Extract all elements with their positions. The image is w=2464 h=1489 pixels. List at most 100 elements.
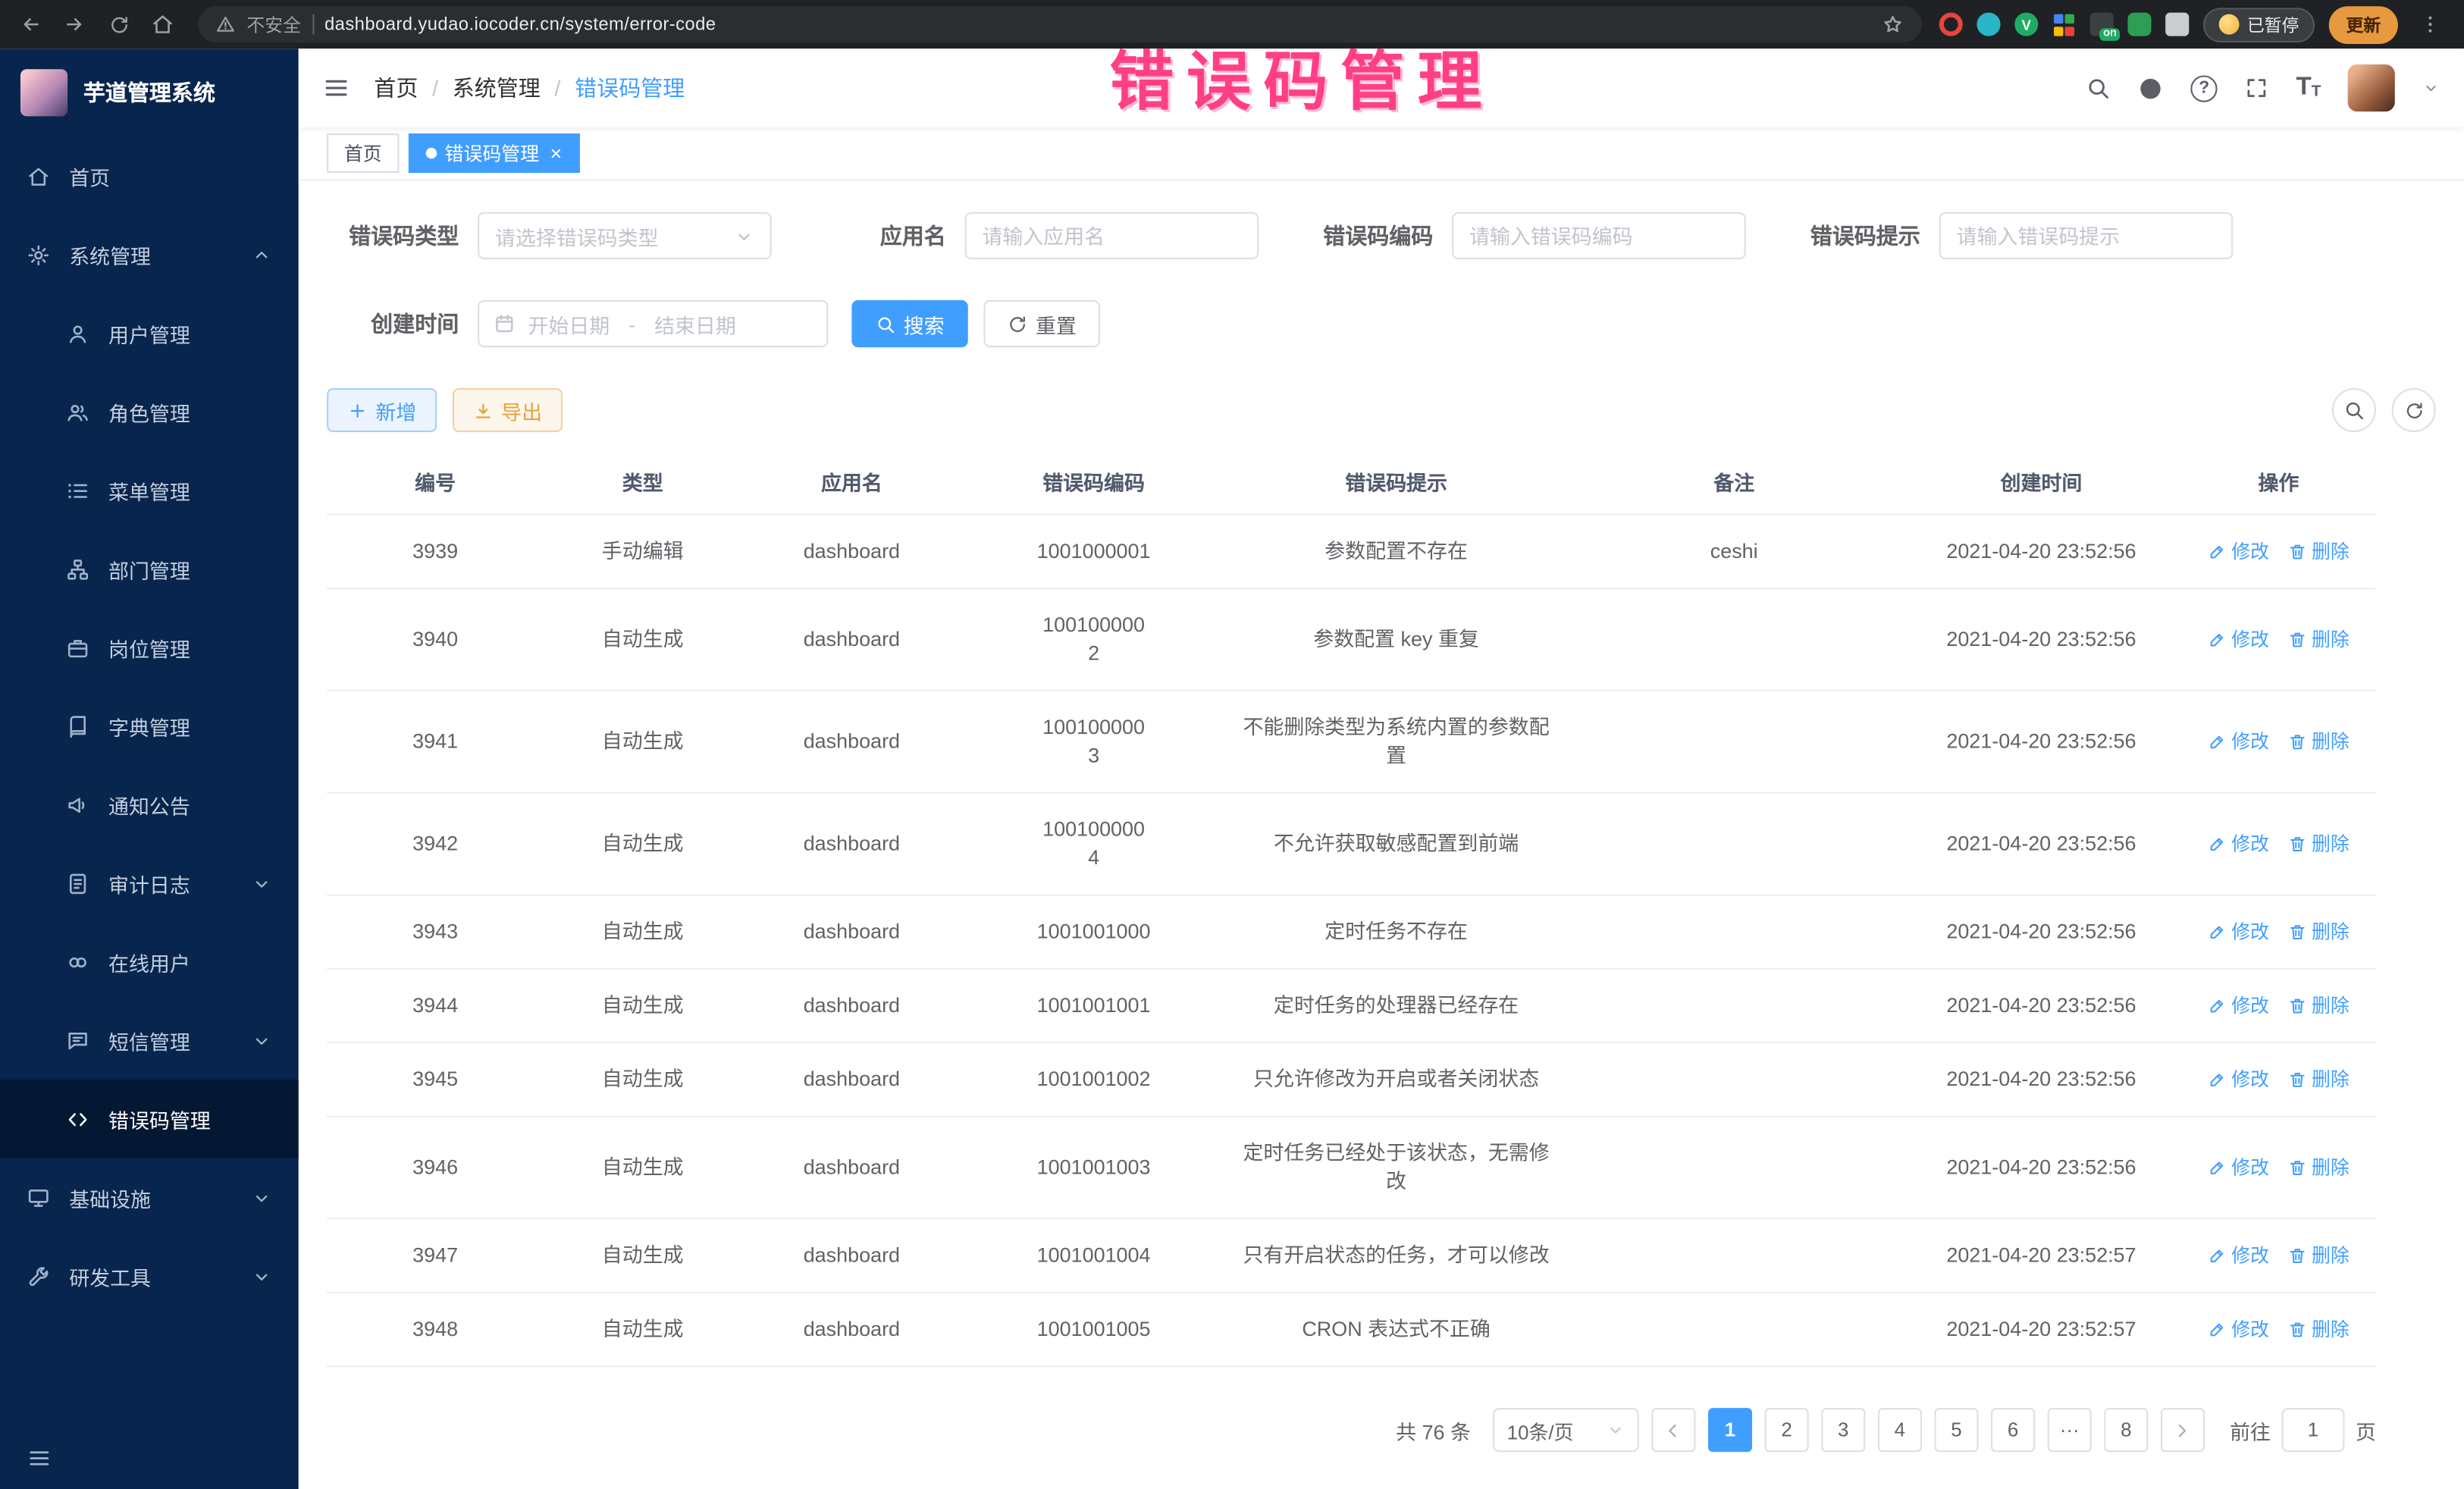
delete-link[interactable]: 删除: [2288, 992, 2350, 1020]
edit-link[interactable]: 修改: [2208, 1241, 2269, 1269]
refresh-button[interactable]: [2392, 388, 2436, 432]
error-code-input[interactable]: [1452, 212, 1746, 259]
sidebar-item[interactable]: 字典管理: [0, 687, 299, 766]
ext-grid-icon[interactable]: [2052, 13, 2076, 36]
delete-link[interactable]: 删除: [2288, 728, 2350, 756]
tab-active[interactable]: 错误码管理×: [409, 133, 579, 173]
sidebar-item[interactable]: 错误码管理: [0, 1080, 299, 1158]
delete-link[interactable]: 删除: [2288, 1065, 2350, 1093]
edit-link[interactable]: 修改: [2208, 1065, 2269, 1093]
ext-leaf-icon[interactable]: [2127, 13, 2151, 36]
sidebar-item-label: 研发工具: [69, 1261, 151, 1290]
sidebar-item[interactable]: 菜单管理: [0, 451, 299, 530]
sidebar-item[interactable]: 通知公告: [0, 765, 299, 844]
error-hint-input[interactable]: [1939, 212, 2234, 259]
sidebar-toggle-icon[interactable]: [322, 74, 350, 102]
browser-home-icon[interactable]: [145, 6, 181, 42]
annotation-overlay-text: 错误码管理: [1109, 28, 1494, 122]
delete-link[interactable]: 删除: [2288, 1153, 2350, 1181]
delete-link[interactable]: 删除: [2288, 829, 2350, 857]
font-size-icon[interactable]: TT: [2296, 75, 2321, 100]
edit-link[interactable]: 修改: [2208, 917, 2269, 945]
edit-link[interactable]: 修改: [2208, 625, 2269, 654]
create-time-range-picker[interactable]: 开始日期 - 结束日期: [478, 300, 828, 347]
page-button[interactable]: 6: [1991, 1408, 2035, 1452]
sidebar-item[interactable]: 审计日志: [0, 844, 299, 923]
browser-reload-icon[interactable]: [101, 6, 137, 42]
sidebar-item[interactable]: 研发工具: [0, 1237, 299, 1315]
caret-down-icon[interactable]: [2422, 79, 2440, 98]
column-header: 错误码编码: [961, 454, 1225, 514]
ext-green-icon[interactable]: V: [2014, 13, 2038, 36]
add-button[interactable]: 新增: [327, 388, 437, 432]
goto-unit: 页: [2356, 1415, 2376, 1444]
cell-type: 自动生成: [544, 1131, 741, 1203]
cell-type: 自动生成: [544, 970, 741, 1042]
delete-link[interactable]: 删除: [2288, 1315, 2350, 1343]
breadcrumb-item[interactable]: 系统管理: [453, 72, 541, 103]
next-page-button[interactable]: [2161, 1408, 2205, 1452]
export-button[interactable]: 导出: [453, 388, 563, 432]
tab-close-icon[interactable]: ×: [550, 143, 563, 164]
edit-link[interactable]: 修改: [2208, 538, 2269, 566]
error-type-select[interactable]: 请选择错误码类型: [478, 212, 772, 259]
sidebar-item[interactable]: 短信管理: [0, 1001, 299, 1080]
sidebar-item[interactable]: 在线用户: [0, 923, 299, 1002]
update-button[interactable]: 更新: [2329, 5, 2398, 43]
search-button[interactable]: 搜索: [851, 300, 967, 347]
breadcrumb-item[interactable]: 首页: [374, 72, 418, 103]
browser-forward-icon[interactable]: [57, 6, 93, 42]
sidebar-item[interactable]: 部门管理: [0, 529, 299, 608]
sidebar-item[interactable]: 系统管理: [0, 215, 299, 294]
page-button[interactable]: 2: [1765, 1408, 1809, 1452]
edit-link[interactable]: 修改: [2208, 1153, 2269, 1181]
avatar[interactable]: [2348, 64, 2395, 111]
cell-remark: [1566, 618, 1901, 662]
column-header: 类型: [544, 454, 741, 514]
edit-link[interactable]: 修改: [2208, 728, 2269, 756]
delete-link-label: 删除: [2312, 992, 2350, 1020]
page-size-select[interactable]: 10条/页: [1493, 1408, 1639, 1452]
ext-on-icon[interactable]: on: [2090, 13, 2114, 36]
page-button[interactable]: 5: [1934, 1408, 1978, 1452]
delete-link[interactable]: 删除: [2288, 917, 2350, 945]
sidebar-collapse-toggle[interactable]: [0, 1427, 299, 1489]
delete-link[interactable]: 删除: [2288, 625, 2350, 654]
app-root: 不安全 dashboard.yudao.iocoder.cn/system/er…: [0, 0, 2464, 1489]
delete-link[interactable]: 删除: [2288, 1241, 2350, 1269]
help-icon[interactable]: ?: [2191, 74, 2218, 101]
github-icon[interactable]: [2137, 74, 2164, 101]
edit-link[interactable]: 修改: [2208, 1315, 2269, 1343]
delete-link[interactable]: 删除: [2288, 538, 2350, 566]
page-button[interactable]: 8: [2104, 1408, 2148, 1452]
ext-pin-icon[interactable]: [2165, 13, 2189, 36]
filter-error-type: 错误码类型 请选择错误码类型: [327, 212, 772, 259]
fullscreen-icon[interactable]: [2244, 75, 2269, 100]
browser-back-icon[interactable]: [13, 6, 49, 42]
bookmark-star-icon[interactable]: [1881, 13, 1904, 36]
address-bar[interactable]: 不安全 dashboard.yudao.iocoder.cn/system/er…: [198, 6, 1922, 42]
paused-badge[interactable]: 已暂停: [2203, 7, 2315, 42]
browser-menu-icon[interactable]: [2412, 6, 2449, 42]
page-button[interactable]: 1: [1708, 1408, 1752, 1452]
toggle-search-button[interactable]: [2332, 388, 2376, 432]
app-name-input[interactable]: [965, 212, 1259, 259]
sidebar-item[interactable]: 岗位管理: [0, 608, 299, 687]
search-icon[interactable]: [2086, 75, 2111, 100]
sidebar-item[interactable]: 角色管理: [0, 372, 299, 451]
logo[interactable]: 芋道管理系统: [0, 49, 299, 136]
sidebar-item[interactable]: 首页: [0, 136, 299, 215]
reset-button[interactable]: 重置: [984, 300, 1100, 347]
sidebar-item[interactable]: 用户管理: [0, 294, 299, 373]
goto-page-input[interactable]: [2282, 1408, 2345, 1452]
ext-teal-icon[interactable]: [1977, 13, 2000, 36]
prev-page-button[interactable]: [1651, 1408, 1695, 1452]
pagination-ellipsis[interactable]: ···: [2048, 1408, 2092, 1452]
edit-link[interactable]: 修改: [2208, 829, 2269, 857]
page-button[interactable]: 4: [1878, 1408, 1922, 1452]
tab-item[interactable]: 首页: [327, 133, 399, 173]
sidebar-item[interactable]: 基础设施: [0, 1158, 299, 1237]
page-button[interactable]: 3: [1821, 1408, 1865, 1452]
ext-record-icon[interactable]: [1939, 13, 1963, 36]
edit-link[interactable]: 修改: [2208, 992, 2269, 1020]
